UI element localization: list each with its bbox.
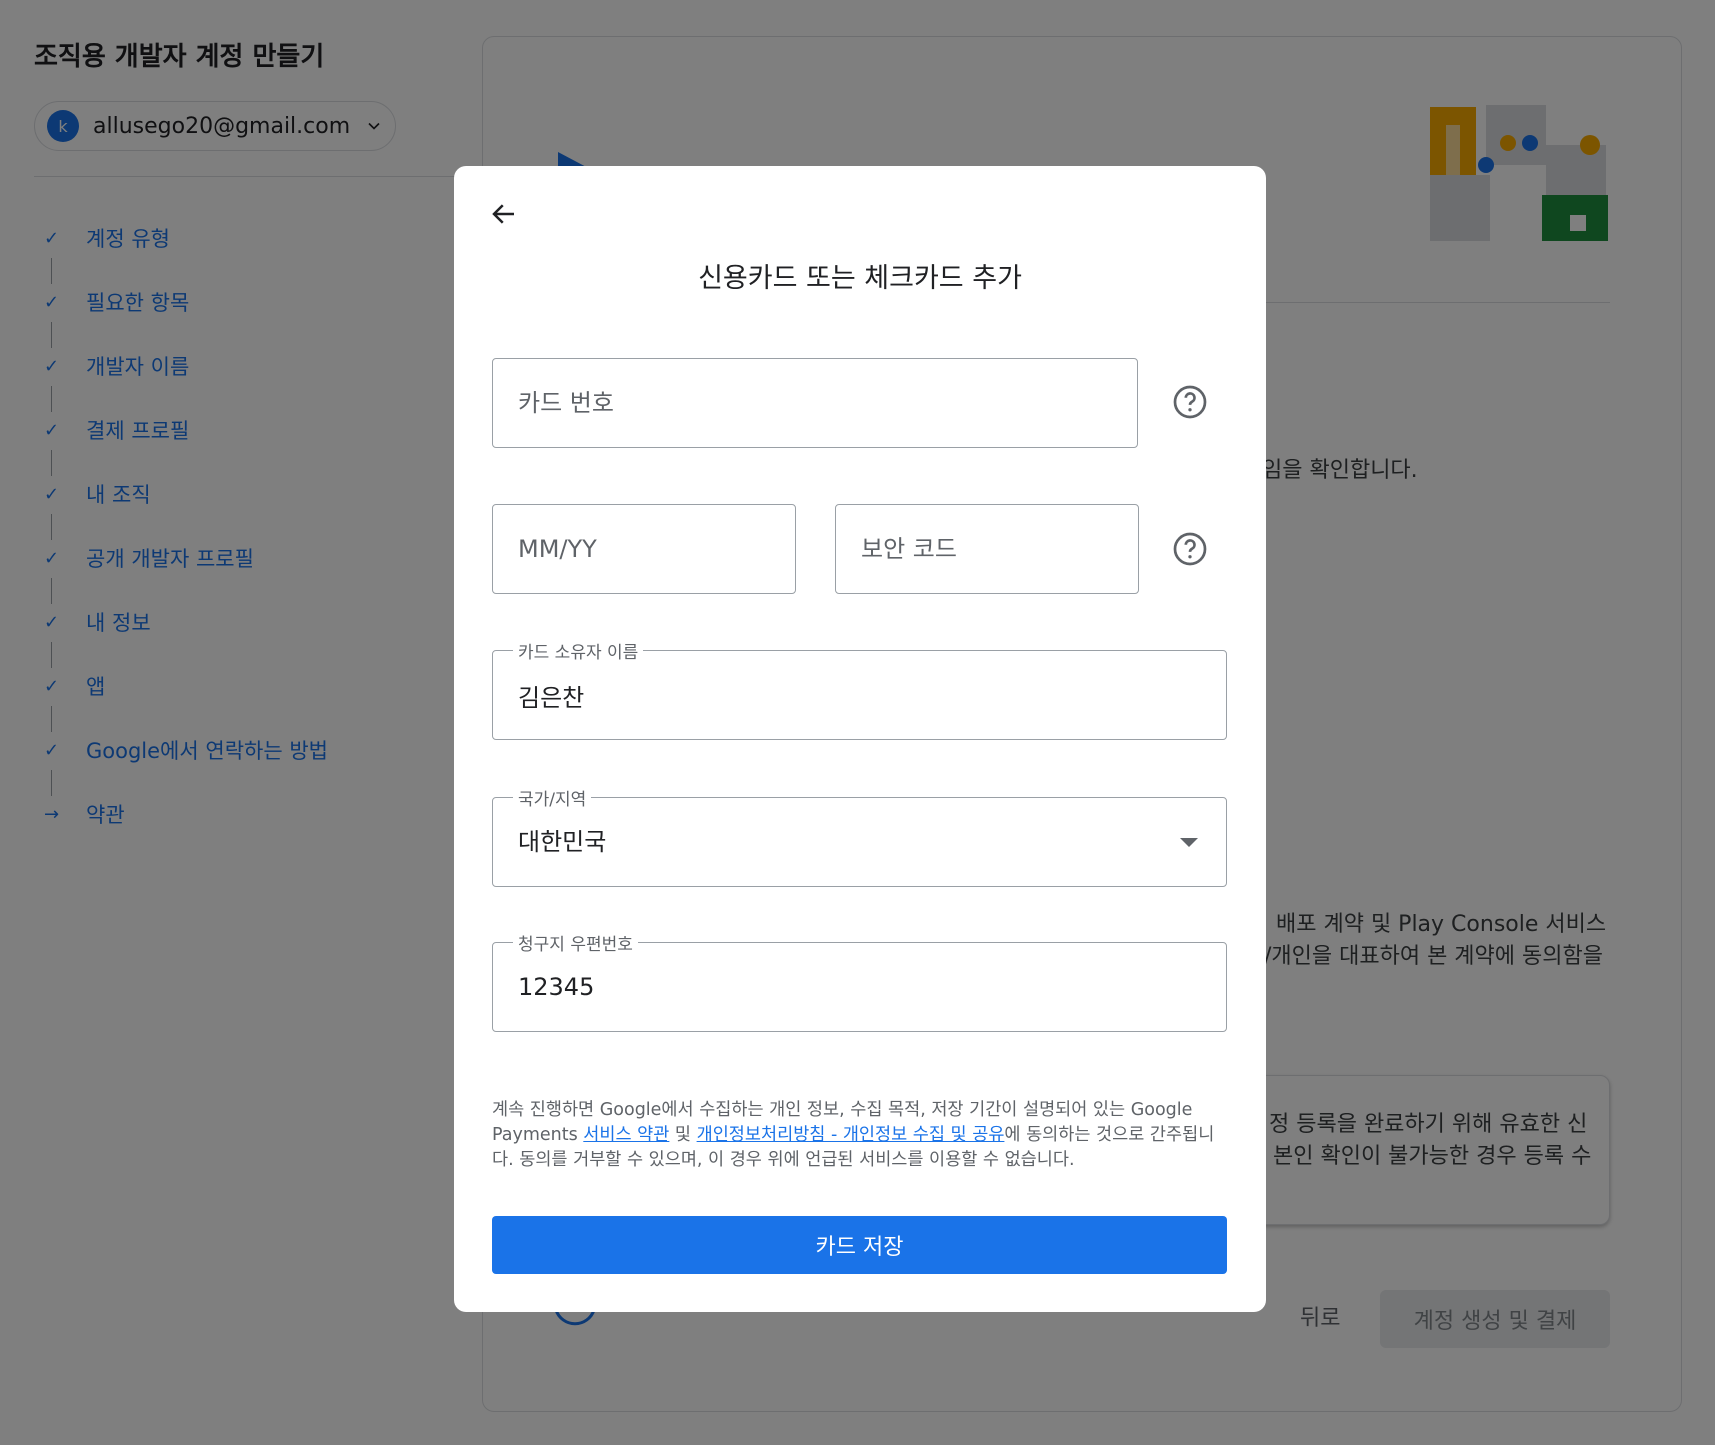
card-number-input[interactable] bbox=[493, 359, 1137, 447]
card-holder-field[interactable]: 카드 소유자 이름 bbox=[492, 638, 1227, 740]
card-number-field[interactable] bbox=[492, 358, 1138, 448]
card-number-help-icon[interactable] bbox=[1170, 382, 1210, 422]
terms-of-service-link[interactable]: 서비스 약관 bbox=[583, 1125, 669, 1145]
add-card-dialog: 신용카드 또는 체크카드 추가 카드 소유자 이름 국가/지역 대한민국 청구지… bbox=[454, 166, 1266, 1312]
dialog-back-button[interactable] bbox=[484, 194, 524, 234]
security-code-input[interactable] bbox=[836, 505, 1138, 593]
expiry-field[interactable] bbox=[492, 504, 796, 594]
save-card-button[interactable]: 카드 저장 bbox=[492, 1216, 1227, 1274]
disclaimer-text: 및 bbox=[669, 1125, 697, 1145]
security-code-help-icon[interactable] bbox=[1170, 529, 1210, 569]
country-select[interactable]: 국가/지역 대한민국 bbox=[492, 785, 1227, 887]
dropdown-arrow-icon bbox=[1180, 838, 1198, 847]
security-code-field[interactable] bbox=[835, 504, 1139, 594]
card-holder-input[interactable] bbox=[493, 651, 1226, 739]
arrow-left-icon bbox=[492, 204, 514, 224]
zip-code-input[interactable] bbox=[493, 943, 1226, 1031]
zip-code-field[interactable]: 청구지 우편번호 bbox=[492, 930, 1227, 1032]
country-value: 대한민국 bbox=[518, 828, 607, 856]
dialog-title: 신용카드 또는 체크카드 추가 bbox=[698, 263, 1022, 294]
payments-disclaimer: 계속 진행하면 Google에서 수집하는 개인 정보, 수집 목적, 저장 기… bbox=[492, 1098, 1232, 1173]
privacy-policy-link[interactable]: 개인정보처리방침 - 개인정보 수집 및 공유 bbox=[697, 1125, 1005, 1145]
expiry-input[interactable] bbox=[493, 505, 795, 593]
